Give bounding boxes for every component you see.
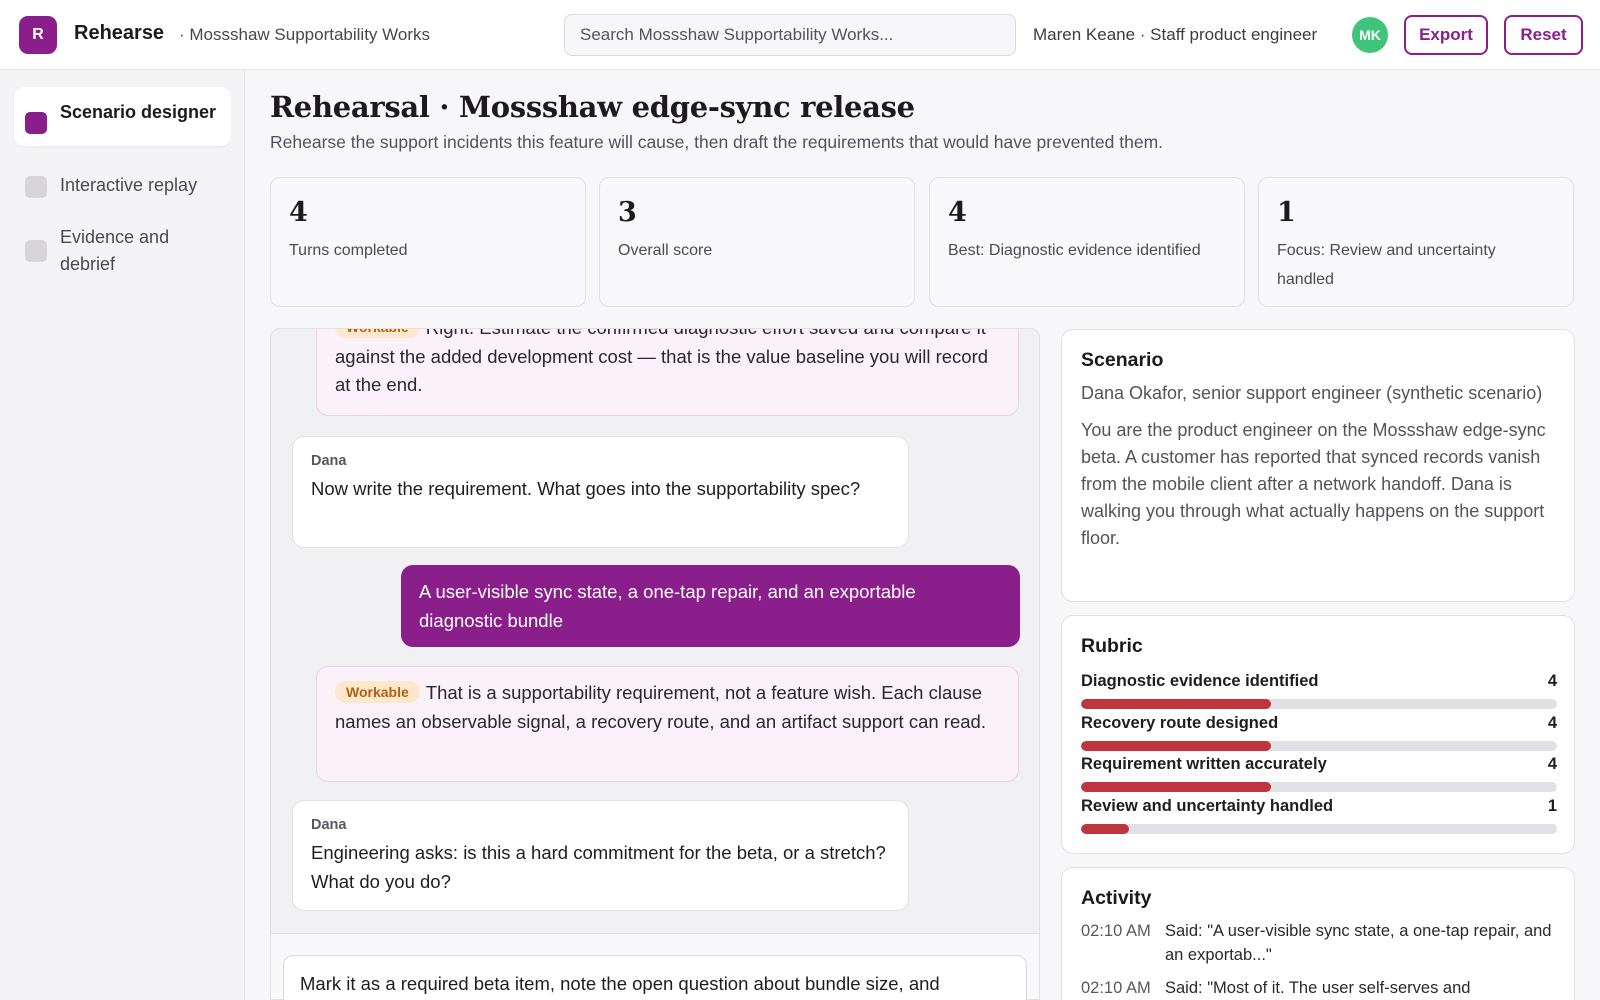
sidebar: Scenario designer Interactive replay Evi…	[0, 70, 245, 1000]
stat-card-focus: 1 Focus: Review and uncertainty handled	[1258, 177, 1574, 307]
app-logo[interactable]: R	[19, 16, 57, 54]
message-text: A user-visible sync state, a one-tap rep…	[419, 581, 916, 631]
scenario-designer-icon	[25, 112, 47, 134]
reset-button[interactable]: Reset	[1504, 15, 1583, 55]
rubric-score: 1	[1547, 797, 1557, 815]
stat-label: Focus: Review and uncertainty handled	[1277, 242, 1496, 288]
stat-label: Turns completed	[289, 242, 408, 259]
user-message: A user-visible sync state, a one-tap rep…	[401, 565, 1020, 647]
activity-text: Said: "Most of it. The user self-serves …	[1165, 979, 1471, 997]
rubric-label: Diagnostic evidence identified	[1081, 672, 1319, 690]
interactive-replay-icon	[25, 176, 47, 198]
rubric-bar	[1081, 824, 1557, 834]
stat-value: 3	[618, 197, 637, 228]
rubric-bar-fill	[1081, 699, 1272, 709]
evidence-debrief-icon	[25, 240, 47, 262]
activity-title: Activity	[1081, 887, 1152, 909]
workspace-name: · Mossshaw Supportability Works	[179, 25, 430, 44]
rubric-bar-fill	[1081, 824, 1129, 834]
coach-feedback-text: Right. Estimate the confirmed diagnostic…	[335, 329, 989, 395]
scenario-description: You are the product engineer on the Moss…	[1081, 420, 1546, 548]
coach-feedback-message: WorkableRight. Estimate the confirmed di…	[316, 329, 1019, 416]
top-bar: R Rehearse · Mossshaw Supportability Wor…	[0, 0, 1600, 70]
sidebar-item-interactive-replay[interactable]: Interactive replay	[14, 164, 231, 211]
scenario-title: Scenario	[1081, 349, 1164, 371]
speaker-name: Dana	[311, 817, 347, 833]
rubric-title: Rubric	[1081, 635, 1143, 657]
stat-card-overall-score: 3 Overall score	[599, 177, 915, 307]
page-subtitle: Rehearse the support incidents this feat…	[270, 132, 1164, 152]
search-input[interactable]	[564, 14, 1016, 56]
sidebar-item-evidence-debrief[interactable]: Evidence and debrief	[14, 216, 204, 290]
stat-label: Overall score	[618, 242, 713, 259]
sidebar-item-label: Evidence and debrief	[60, 227, 170, 274]
rubric-row: Review and uncertainty handled 1	[1081, 795, 1557, 834]
rubric-label: Review and uncertainty handled	[1081, 797, 1334, 815]
rubric-row: Diagnostic evidence identified 4	[1081, 670, 1557, 709]
workable-badge: Workable	[335, 329, 420, 338]
stat-card-turns: 4 Turns completed	[270, 177, 586, 307]
page-title: Rehearsal · Mossshaw edge-sync release	[270, 90, 915, 124]
rubric-score: 4	[1547, 755, 1557, 773]
stat-value: 1	[1277, 197, 1296, 228]
stat-value: 4	[289, 197, 308, 228]
dana-message: Dana Engineering asks: is this a hard co…	[292, 800, 909, 911]
sidebar-item-label: Interactive replay	[60, 175, 198, 195]
rubric-label: Recovery route designed	[1081, 714, 1279, 732]
sidebar-item-label: Scenario designer	[60, 102, 217, 122]
reply-input[interactable]: Mark it as a required beta item, note th…	[283, 955, 1027, 1000]
scenario-card: Scenario Dana Okafor, senior support eng…	[1061, 329, 1575, 602]
coach-feedback-message: Workable That is a supportability require…	[316, 666, 1019, 782]
rubric-row: Requirement written accurately 4	[1081, 753, 1557, 792]
sidebar-item-scenario-designer[interactable]: Scenario designer	[14, 87, 231, 146]
activity-time: 02:10 AM	[1081, 922, 1151, 940]
app-name: Rehearse	[74, 22, 165, 44]
stat-label: Best: Diagnostic evidence identified	[948, 242, 1201, 259]
export-button[interactable]: Export	[1404, 15, 1488, 55]
rubric-bar	[1081, 741, 1557, 751]
rubric-bar-fill	[1081, 782, 1272, 792]
activity-card: Activity 02:10 AM Said: "A user-visible …	[1061, 867, 1575, 1000]
rubric-row: Recovery route designed 4	[1081, 712, 1557, 751]
activity-item: 02:10 AM Said: "A user-visible sync stat…	[1081, 919, 1555, 967]
activity-time: 02:10 AM	[1081, 979, 1151, 997]
dana-message: Dana Now write the requirement. What goe…	[292, 436, 909, 548]
transcript-panel[interactable]: WorkableRight. Estimate the confirmed di…	[270, 328, 1040, 1000]
speaker-name: Dana	[311, 453, 347, 469]
rubric-bar-fill	[1081, 741, 1272, 751]
rubric-score: 4	[1547, 714, 1557, 732]
stat-value: 4	[948, 197, 967, 228]
message-text: Engineering asks: is this a hard commitm…	[311, 842, 886, 892]
message-text: Now write the requirement. What goes int…	[311, 478, 861, 499]
avatar[interactable]: MK	[1352, 17, 1388, 53]
rubric-score: 4	[1547, 672, 1557, 690]
activity-item: 02:10 AM Said: "Most of it. The user sel…	[1081, 976, 1555, 1000]
coach-feedback-text: That is a supportability requirement, no…	[335, 682, 986, 732]
activity-text: Said: "A user-visible sync state, a one-…	[1165, 922, 1552, 964]
rubric-bar	[1081, 782, 1557, 792]
workable-badge: Workable	[335, 681, 420, 703]
user-name: Maren Keane · Staff product engineer	[1033, 25, 1318, 44]
rubric-label: Requirement written accurately	[1081, 755, 1327, 773]
rubric-card: Rubric Diagnostic evidence identified 4 R…	[1061, 615, 1575, 854]
rubric-bar	[1081, 699, 1557, 709]
scenario-persona: Dana Okafor, senior support engineer (sy…	[1081, 383, 1543, 403]
stat-card-best: 4 Best: Diagnostic evidence identified	[929, 177, 1245, 307]
